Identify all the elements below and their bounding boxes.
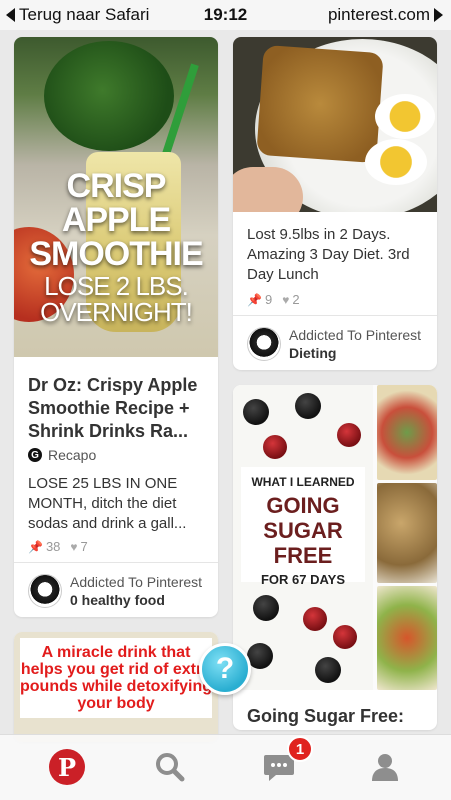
pin-card-miracle-drink[interactable]: A miracle drink that helps you get rid o…	[14, 632, 218, 742]
blackberry-image	[247, 643, 273, 669]
plant-image	[44, 41, 174, 151]
sugar-free-text-box: WHAT I LEARNED GOING SUGAR FREE FOR 67 D…	[241, 467, 365, 587]
blackberry-image	[243, 399, 269, 425]
like-count: ♥ 7	[70, 539, 87, 554]
salad-photo	[377, 385, 437, 480]
pin-title[interactable]: Going Sugar Free: What I Haven't Told Yo…	[247, 705, 431, 730]
board-name: Dieting	[289, 345, 337, 361]
egg-image	[375, 94, 435, 139]
muffins-photo	[377, 483, 437, 583]
cherry-image	[337, 423, 361, 447]
toast-image	[256, 44, 384, 164]
repin-value: 9	[264, 292, 273, 307]
berries-collage: WHAT I LEARNED GOING SUGAR FREE FOR 67 D…	[233, 385, 373, 690]
board-owner: Addicted To Pinterest	[70, 574, 203, 590]
pin-title[interactable]: Dr Oz: Crispy Apple Smoothie Recipe + Sh…	[28, 374, 212, 443]
image-line-1: WHAT I LEARNED	[251, 475, 355, 489]
image-line-2: GOING SUGAR FREE	[263, 493, 343, 568]
blackberry-image	[295, 393, 321, 419]
back-arrow-icon	[6, 8, 15, 22]
cherry-image	[303, 607, 327, 631]
status-bar: 19:12 Terug naar Safari pinterest.com	[0, 0, 451, 30]
avatar	[28, 574, 62, 608]
egg-image	[365, 139, 427, 185]
avatar	[247, 327, 281, 361]
pin-stats: 📌 9 ♥ 2	[247, 292, 300, 307]
pin-icon: 📌	[247, 292, 262, 307]
cherry-image	[333, 625, 357, 649]
pasta-photo	[377, 586, 437, 690]
like-count: ♥ 2	[282, 292, 299, 307]
like-value: 2	[292, 292, 300, 307]
board-text: Addicted To Pinterest 0 healthy food	[70, 573, 202, 609]
tab-home[interactable]: P	[47, 747, 87, 787]
pin-icon: 📌	[28, 539, 43, 554]
hand-image	[233, 167, 303, 212]
pin-image[interactable]: WHAT I LEARNED GOING SUGAR FREE FOR 67 D…	[233, 385, 437, 690]
divider	[233, 315, 437, 316]
tab-search[interactable]	[150, 747, 190, 787]
like-value: 7	[80, 539, 88, 554]
repin-count: 📌 9	[247, 292, 272, 307]
pin-description: LOSE 25 LBS IN ONE MONTH, ditch the diet…	[28, 475, 187, 532]
back-label: Terug naar Safari	[19, 5, 150, 24]
cherry-image	[263, 435, 287, 459]
board-text: Addicted To Pinterest Dieting	[289, 326, 421, 362]
tab-bar: P	[0, 734, 451, 800]
messages-badge: 1	[287, 736, 313, 762]
heart-icon: ♥	[70, 539, 78, 554]
blackberry-image	[253, 595, 279, 621]
source-g-icon: G	[28, 448, 42, 462]
image-overlay-text: CRISP APPLE SMOOTHIE LOSE 2 LBS. OVERNIG…	[14, 169, 218, 325]
tab-profile[interactable]	[365, 747, 405, 787]
heart-icon: ♥	[282, 292, 290, 307]
board-owner: Addicted To Pinterest	[289, 327, 422, 343]
image-line-3: FOR 67 DAYS	[260, 572, 346, 587]
divider	[14, 562, 218, 563]
board-name: 0 healthy food	[70, 592, 165, 608]
board-link[interactable]: Addicted To Pinterest Dieting	[247, 326, 421, 362]
help-button[interactable]: ?	[199, 643, 251, 695]
pin-image[interactable]: CRISP APPLE SMOOTHIE LOSE 2 LBS. OVERNIG…	[14, 37, 218, 357]
pinterest-logo-icon: P	[49, 749, 85, 785]
board-link[interactable]: Addicted To Pinterest 0 healthy food	[28, 573, 202, 609]
pin-source[interactable]: G Recapo	[28, 447, 96, 463]
pin-title[interactable]: Lost 9.5lbs in 2 Days. Amazing 3 Day Die…	[247, 225, 427, 285]
back-to-safari-link[interactable]: Terug naar Safari	[6, 5, 149, 25]
person-icon	[372, 754, 398, 781]
source-label: Recapo	[48, 447, 97, 463]
pin-image[interactable]: A miracle drink that helps you get rid o…	[14, 632, 218, 742]
repin-value: 38	[45, 539, 61, 554]
overlay-subline: LOSE 2 LBS. OVERNIGHT!	[40, 271, 193, 327]
search-icon	[156, 753, 185, 782]
pin-image[interactable]	[233, 37, 437, 212]
domain-label: pinterest.com	[327, 5, 430, 24]
pin-card-sugar-free[interactable]: WHAT I LEARNED GOING SUGAR FREE FOR 67 D…	[233, 385, 437, 730]
repin-count: 📌 38	[28, 539, 60, 554]
pin-stats: 📌 38 ♥ 7	[28, 539, 88, 554]
pin-card-apple-smoothie[interactable]: CRISP APPLE SMOOTHIE LOSE 2 LBS. OVERNIG…	[14, 37, 218, 617]
forward-arrow-icon	[434, 8, 443, 22]
miracle-drink-text: A miracle drink that helps you get rid o…	[20, 638, 212, 718]
pin-card-3-day-diet[interactable]: Lost 9.5lbs in 2 Days. Amazing 3 Day Die…	[233, 37, 437, 370]
domain-link[interactable]: pinterest.com	[328, 5, 443, 25]
blackberry-image	[315, 657, 341, 683]
overlay-headline: CRISP APPLE SMOOTHIE	[29, 167, 203, 273]
